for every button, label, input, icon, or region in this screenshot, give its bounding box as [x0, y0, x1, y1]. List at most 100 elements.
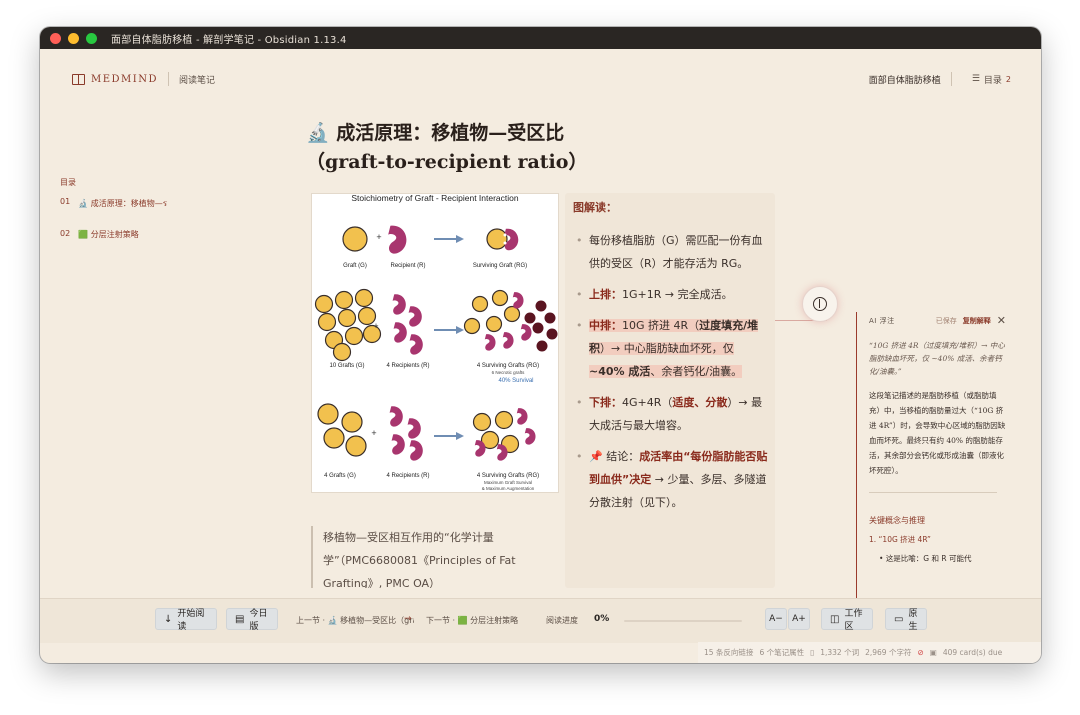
toc-count-badge: 2 [1005, 74, 1011, 84]
label-recipient: Recipient (R) [390, 263, 425, 269]
item-text: 、余者钙化/油囊。 [650, 365, 743, 378]
graft-cell [344, 326, 364, 346]
button-label: 开始阅读 [177, 609, 205, 632]
recipient-cell [392, 294, 406, 315]
today-edition-button[interactable]: ▤ 今日版 [226, 608, 278, 632]
divider [950, 72, 952, 86]
window-icon: ▭ [894, 613, 904, 625]
graft-cell [472, 412, 492, 432]
flashcards-icon: ▣ [929, 648, 937, 657]
app-logo: MEDMIND [72, 73, 159, 85]
item-text: 10G 挤进 4R（ [622, 319, 700, 332]
toc-item-number: 02 [60, 229, 71, 238]
cards-due[interactable]: 409 card(s) due [943, 648, 1002, 657]
start-reading-button[interactable]: ↓ 开始阅读 [155, 608, 217, 632]
necrotic-cell [524, 312, 536, 324]
progress-value: 0% [594, 614, 610, 624]
saved-status: 已保存 [935, 316, 957, 325]
graft-cell [337, 308, 357, 328]
list-item: 每份移植脂肪（G）需匹配一份有血供的受区（R）才能存活为 RG。 [575, 229, 771, 275]
list-item: 下排：4G+4R（适度、分散）→ 最大成活与最大增容。 [575, 391, 771, 437]
graft-cell [354, 288, 374, 308]
recipient-cell [524, 428, 536, 445]
button-label: 工作区 [844, 609, 863, 632]
toc-toggle-button[interactable]: ☰ 目录 2 [972, 73, 1011, 86]
label-surviving: Surviving Graft (RG) [473, 263, 527, 269]
label-4-recipients: 4 Recipients (R) [386, 363, 429, 369]
graft-cell [323, 427, 345, 449]
graft-cell [463, 317, 481, 335]
arrow-head [456, 235, 464, 243]
graft-cell [471, 295, 489, 313]
item-text: 4G+4R（ [622, 396, 673, 409]
close-icon[interactable]: ✕ [997, 314, 1006, 327]
list-item-highlighted[interactable]: 中排：10G 挤进 4R（过度填充/堆积）→ 中心脂肪缺血坏死，仅 ~40% 成… [575, 314, 771, 383]
plus-sign: + [376, 232, 381, 242]
explanation-list: 每份移植脂肪（G）需匹配一份有血供的受区（R）才能存活为 RG。 上排：1G+1… [575, 229, 771, 522]
item-label: 中排： [589, 319, 622, 332]
necrotic-cell [535, 300, 547, 312]
native-view-button[interactable]: ▭ 原生 [885, 608, 927, 632]
window-controls [50, 32, 97, 44]
font-increase-button[interactable]: A+ [788, 608, 810, 630]
item-text: 1G+1R → 完全成活。 [622, 288, 733, 301]
toc-item-number: 01 [60, 197, 71, 206]
stoichiometry-figure: Stoichiometry of Graft - Recipient Inter… [311, 193, 559, 493]
recipient-cell [409, 334, 423, 355]
logo-text: MEDMIND [91, 73, 159, 85]
workspace-button[interactable]: ◫ 工作区 [821, 608, 873, 632]
item-emphasis: ~40% 成活 [589, 365, 651, 378]
toc-sidebar: 目录 01 🔬 成活原理：移植物—ร 02 🟩 分层注射策略 [60, 177, 190, 259]
button-label: 原生 [908, 609, 918, 632]
status-bar: 15 条反向链接 6 个笔记属性 ▯ 1,332 个词 2,969 个字符 ⊘ … [698, 642, 1041, 663]
backlinks-count[interactable]: 15 条反向链接 [704, 647, 753, 658]
item-label: 下排： [589, 396, 622, 409]
annotation-body: 这段笔记描述的是脂肪移植（或脂肪填充）中，当移植的脂肪量过大（“10G 挤进 4… [869, 391, 1006, 475]
zoom-window-button[interactable] [86, 32, 97, 44]
label-4-surviving-b: 4 Surviving Grafts (RG) [477, 473, 539, 479]
close-window-button[interactable] [50, 32, 61, 44]
necrotic-cell [546, 328, 558, 340]
arrow-right-icon: → [404, 614, 412, 624]
minimize-window-button[interactable] [68, 32, 79, 44]
next-section-link[interactable]: 下一节 · 🟩 分层注射策略 [426, 615, 518, 626]
plus-sign: + [371, 428, 376, 438]
graft-cell [486, 228, 508, 250]
annotation-header: AI 浮注 已保存 复制解释 ✕ [869, 314, 1006, 327]
sync-off-icon[interactable]: ⊘ [917, 648, 923, 657]
copy-explanation-button[interactable]: 复制解释 [963, 316, 991, 326]
graft-cell [503, 305, 521, 323]
panel-title: 图解读： [573, 201, 617, 214]
graft-cell [494, 410, 514, 430]
recipient-cell [391, 434, 405, 455]
recipient-cell [512, 292, 524, 309]
recipient-cell [408, 306, 422, 327]
ai-annotation-bubble[interactable] [802, 286, 838, 322]
window-title: 面部自体脂肪移植 - 解剖学笔记 - Obsidian 1.13.4 [111, 34, 347, 46]
figure-canvas: Stoichiometry of Graft - Recipient Inter… [314, 194, 558, 491]
arrow-head [456, 432, 464, 440]
label-40-survival: 40% Survival [498, 378, 533, 384]
recipient-cell [393, 322, 407, 343]
toc-item-injection[interactable]: 02 🟩 分层注射策略 [60, 229, 190, 240]
properties-count[interactable]: 6 个笔记属性 [759, 647, 804, 658]
item-text: ）→ 中心脂肪缺血坏死，仅 [600, 342, 734, 355]
recipient-cell [484, 334, 496, 351]
button-label: 今日版 [249, 609, 268, 632]
section-heading: 🔬 成活原理：移植物—受区比（graft-to-recipient ratio） [306, 122, 588, 173]
toc-button-label: 目录 [983, 75, 1002, 86]
annotation-quote: “10G 挤进 4R（过度填充/堆积）→ 中心脂肪缺血坏死，仅 ~40% 成活、… [869, 341, 1005, 376]
progress-bar [624, 620, 742, 622]
item-label: 上排： [589, 288, 622, 301]
recipient-cell [516, 408, 528, 425]
toc-item-survival[interactable]: 01 🔬 成活原理：移植物—ร [60, 197, 190, 210]
toc-item-label: 🟩 分层注射策略 [78, 230, 139, 239]
divider [869, 492, 997, 493]
list-item: 📌 结论：成活率由“每份脂肪能否贴到血供”决定 → 少量、多层、多隧道分散注射（… [575, 445, 771, 514]
book-icon [72, 73, 85, 85]
previous-section-link[interactable]: 上一节 · 🔬 移植物—受区比（graft- [296, 615, 414, 626]
recipient-cell [520, 324, 532, 341]
graft-cell [345, 435, 367, 457]
font-decrease-button[interactable]: A− [765, 608, 787, 630]
progress-label: 阅读进度 [546, 616, 578, 625]
